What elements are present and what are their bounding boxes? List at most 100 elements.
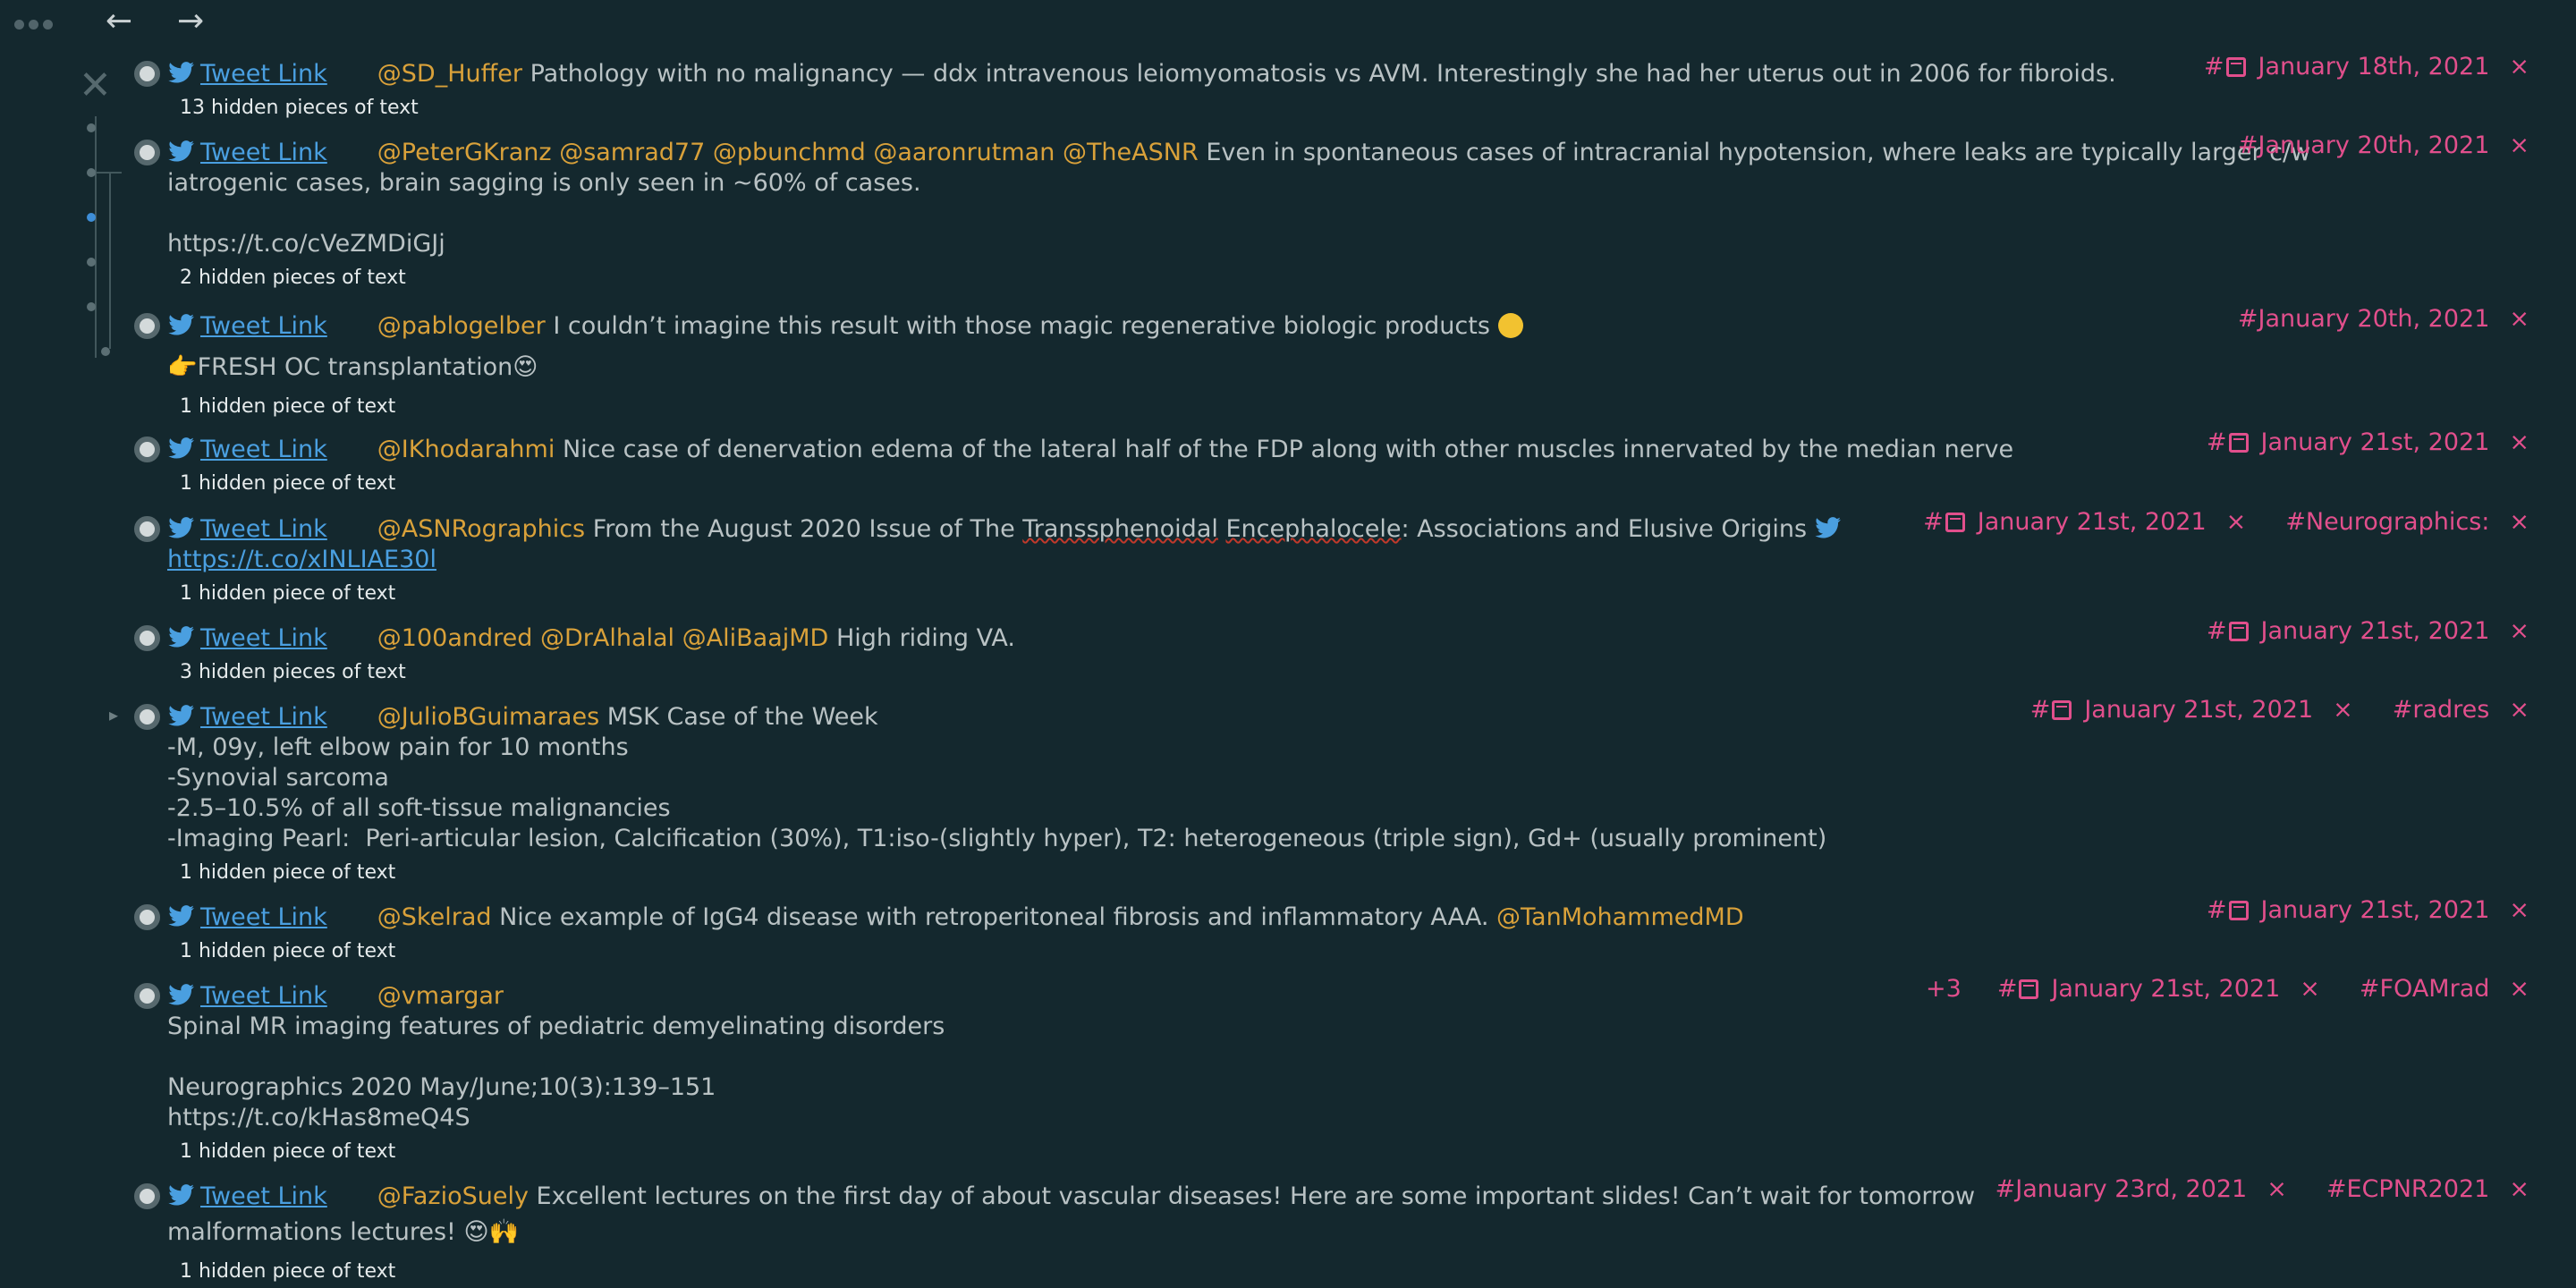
remove-tag-icon[interactable]: × (2509, 616, 2529, 647)
tweet-link[interactable]: Tweet Link (200, 903, 327, 931)
hidden-text-count[interactable]: 1 hidden piece of text (180, 1140, 395, 1164)
hidden-text-count[interactable]: 1 hidden piece of text (180, 940, 395, 963)
remove-tag-icon[interactable]: × (2509, 1174, 2529, 1205)
remove-tag-icon[interactable]: × (2509, 974, 2529, 1004)
tweet-link[interactable]: Tweet Link (200, 515, 327, 543)
tree-node[interactable] (101, 347, 110, 356)
block-bullet[interactable] (134, 983, 160, 1009)
tweet-link[interactable]: Tweet Link (200, 982, 327, 1010)
block-bullet[interactable] (134, 313, 160, 339)
hidden-text-count[interactable]: 1 hidden piece of text (180, 395, 395, 419)
hashtag-tag[interactable]: # FOAMrad × (2360, 974, 2529, 1004)
hidden-text-count[interactable]: 1 hidden piece of text (180, 1260, 395, 1284)
expand-arrow-icon[interactable]: ▸ (109, 704, 118, 725)
tree-node[interactable] (87, 168, 96, 177)
mention-link[interactable]: @JulioBGuimaraes (377, 703, 599, 731)
more-tags-count[interactable]: +3 (1926, 974, 1962, 1004)
block-bullet[interactable] (134, 904, 160, 930)
block-bullet[interactable] (134, 61, 160, 87)
mention-link[interactable]: @samrad77 (559, 139, 705, 166)
mention-link[interactable]: @pbunchmd (713, 139, 866, 166)
tag-group: # January 21st, 2021 × (2207, 616, 2529, 647)
tweet-link[interactable]: Tweet Link (200, 312, 327, 340)
remove-tag-icon[interactable]: × (2509, 895, 2529, 926)
tweet-link[interactable]: Tweet Link (200, 624, 327, 652)
tweet-link[interactable]: Tweet Link (200, 139, 327, 166)
remove-tag-icon[interactable]: × (2226, 507, 2247, 538)
calendar-icon (2225, 57, 2246, 77)
tag-group: # January 21st, 2021 × (2207, 895, 2529, 926)
tweet-link[interactable]: Tweet Link (200, 1182, 327, 1210)
mention-link[interactable]: @ASNRographics (377, 515, 585, 543)
remove-tag-icon[interactable]: × (2509, 507, 2529, 538)
tweet-link[interactable]: Tweet Link (200, 703, 327, 731)
mention-link[interactable]: @pablogelber (377, 312, 546, 340)
hashtag-tag[interactable]: # radres × (2393, 695, 2529, 725)
remove-tag-icon[interactable]: × (2333, 695, 2353, 725)
mention-link[interactable]: @IKhodarahmi (377, 436, 555, 463)
hidden-text-count[interactable]: 1 hidden piece of text (180, 582, 395, 606)
mention-link[interactable]: @TanMohammedMD (1496, 903, 1744, 931)
spellcheck-word[interactable]: Transsphenoidal (1022, 515, 1218, 543)
hidden-text-count[interactable]: 3 hidden pieces of text (180, 661, 406, 684)
tree-node[interactable] (87, 123, 96, 132)
block-bullet[interactable] (134, 704, 160, 730)
block-bullet[interactable] (134, 516, 160, 542)
remove-tag-icon[interactable]: × (2509, 304, 2529, 335)
mention-link[interactable]: @TheASNR (1063, 139, 1199, 166)
hidden-text-count[interactable]: 1 hidden piece of text (180, 861, 395, 885)
block-bullet[interactable] (134, 625, 160, 651)
tree-node[interactable] (87, 302, 96, 311)
mention-link[interactable]: @FazioSuely (377, 1182, 529, 1210)
mention-link[interactable]: @vmargar (377, 982, 504, 1010)
hashtag-tag[interactable]: # January 23rd, 2021 × (1996, 1174, 2287, 1205)
date-tag[interactable]: # January 21st, 2021 × (2207, 895, 2529, 926)
block-bullet[interactable] (134, 140, 160, 165)
block-bullet[interactable] (134, 436, 160, 462)
date-tag[interactable]: # January 18th, 2021 × (2204, 52, 2529, 82)
date-tag[interactable]: # January 20th, 2021 × (2238, 304, 2529, 335)
hidden-text-count[interactable]: 1 hidden piece of text (180, 472, 395, 496)
tag-group: # January 21st, 2021 × # radres × (2030, 695, 2529, 725)
mention-link[interactable]: @DrAlhalal (540, 624, 674, 652)
date-tag[interactable]: # January 20th, 2021 × (2238, 131, 2529, 161)
tweet-link[interactable]: Tweet Link (200, 436, 327, 463)
remove-tag-icon[interactable]: × (2509, 131, 2529, 161)
spellcheck-word[interactable]: Encephalocele (1225, 515, 1401, 543)
remove-tag-icon[interactable]: × (2509, 428, 2529, 458)
arrow-left-icon[interactable]: ← (106, 4, 132, 39)
twitter-bird-icon (168, 62, 195, 83)
calendar-icon (2228, 622, 2249, 641)
date-tag[interactable]: # January 21st, 2021 × (2207, 428, 2529, 458)
mention-link[interactable]: @aaronrutman (873, 139, 1055, 166)
remove-tag-icon[interactable]: × (2300, 974, 2320, 1004)
tree-node[interactable] (87, 258, 96, 267)
mention-link[interactable]: @100andred (377, 624, 533, 652)
tweet-text: Nice case of denervation edema of the la… (562, 436, 2014, 463)
mention-link[interactable]: @SD_Huffer (377, 60, 522, 88)
tweet-text: Even in spontaneous cases of intracrania… (1206, 139, 2311, 166)
twitter-bird-icon (168, 905, 195, 927)
remove-tag-icon[interactable]: × (2267, 1174, 2287, 1205)
date-tag[interactable]: # January 21st, 2021 × (2207, 616, 2529, 647)
remove-tag-icon[interactable]: × (2509, 52, 2529, 82)
hashtag-tag[interactable]: # Neurographics: × (2285, 507, 2529, 538)
arrow-right-icon[interactable]: → (177, 4, 204, 39)
hidden-text-count[interactable]: 13 hidden pieces of text (180, 97, 419, 120)
date-tag[interactable]: # January 21st, 2021 × (2030, 695, 2353, 725)
ellipsis-icon[interactable] (14, 20, 53, 30)
hidden-text-count[interactable]: 2 hidden pieces of text (180, 267, 406, 290)
date-tag[interactable]: # January 21st, 2021 × (1923, 507, 2246, 538)
close-icon[interactable]: ✕ (79, 66, 112, 106)
mention-link[interactable]: @PeterGKranz (377, 139, 552, 166)
date-tag[interactable]: # January 21st, 2021 × (1997, 974, 2320, 1004)
mention-link[interactable]: @AliBaajMD (682, 624, 829, 652)
remove-tag-icon[interactable]: × (2509, 695, 2529, 725)
tag-group: # January 21st, 2021 × (2207, 428, 2529, 458)
tree-node-active[interactable] (87, 213, 96, 222)
block-bullet[interactable] (134, 1183, 160, 1209)
hashtag-tag[interactable]: # ECPNR2021 × (2326, 1174, 2529, 1205)
mention-link[interactable]: @Skelrad (377, 903, 492, 931)
url-link[interactable]: https://t.co/xINLIAE30l (167, 546, 436, 573)
tweet-link[interactable]: Tweet Link (200, 60, 327, 88)
